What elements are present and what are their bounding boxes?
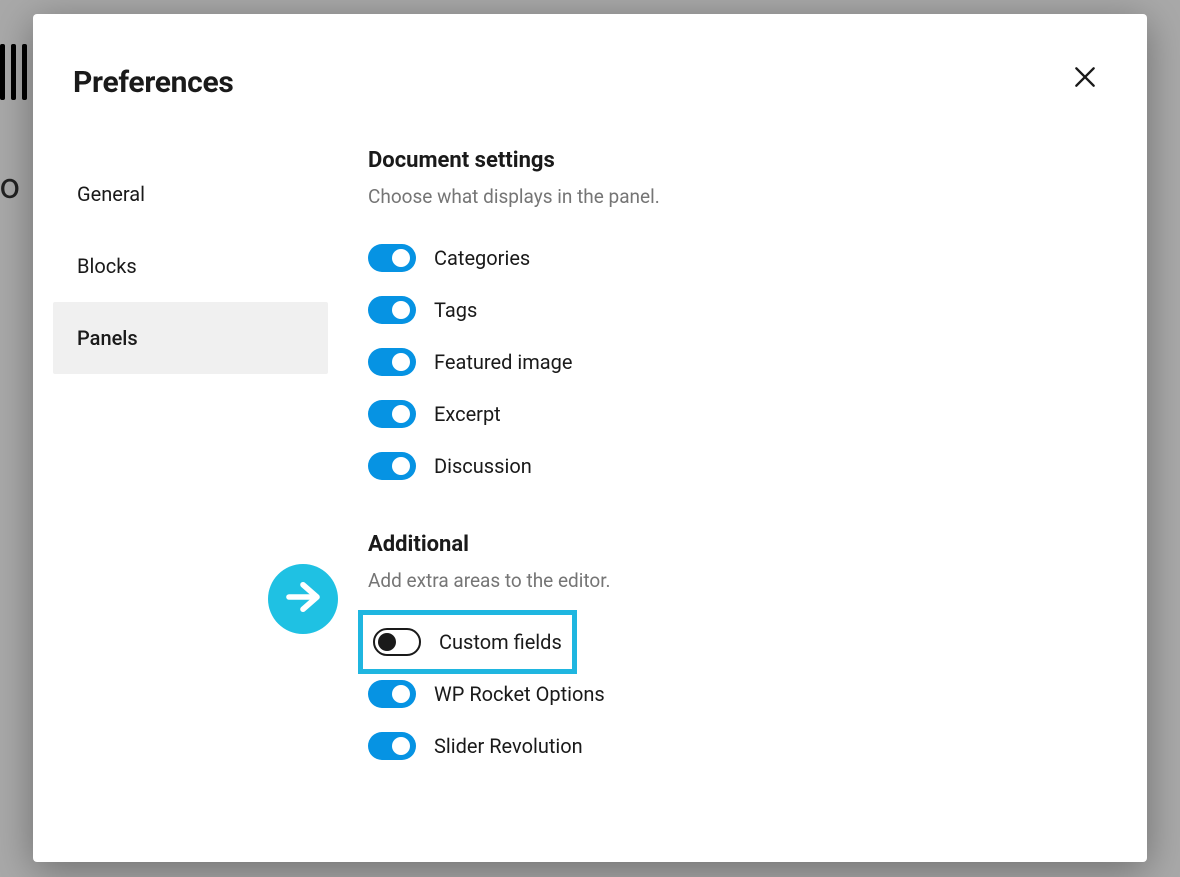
toggle-tags[interactable]: [368, 296, 416, 324]
section-title: Document settings: [368, 148, 1087, 173]
toggle-label: Discussion: [434, 454, 532, 478]
toggle-wp-rocket-options[interactable]: [368, 680, 416, 708]
toggle-label: Tags: [434, 298, 477, 322]
tab-general[interactable]: General: [53, 158, 328, 230]
close-button[interactable]: [1063, 56, 1107, 100]
toggle-custom-fields[interactable]: [373, 628, 421, 656]
toggle-label: Featured image: [434, 350, 572, 374]
close-icon: [1072, 64, 1098, 93]
tab-blocks[interactable]: Blocks: [53, 230, 328, 302]
panels-content: Document settings Choose what displays i…: [328, 124, 1127, 812]
toggle-row-excerpt: Excerpt: [368, 388, 1087, 440]
toggle-row-custom-fields: Custom fields: [368, 616, 1087, 668]
toggle-row-wp-rocket-options: WP Rocket Options: [368, 668, 1087, 720]
tab-panels[interactable]: Panels: [53, 302, 328, 374]
toggle-row-featured-image: Featured image: [368, 336, 1087, 388]
tab-label: Blocks: [77, 254, 137, 278]
toggle-label: WP Rocket Options: [434, 682, 605, 706]
toggle-label: Excerpt: [434, 402, 501, 426]
section-description: Choose what displays in the panel.: [368, 185, 1087, 208]
toggle-row-tags: Tags: [368, 284, 1087, 336]
toggle-slider-revolution[interactable]: [368, 732, 416, 760]
toggle-row-discussion: Discussion: [368, 440, 1087, 492]
annotation-highlight-box: Custom fields: [358, 610, 577, 674]
section-description: Add extra areas to the editor.: [368, 569, 1087, 592]
arrow-right-icon: [282, 576, 324, 622]
section-document-settings: Document settings Choose what displays i…: [368, 148, 1087, 492]
preferences-modal: Preferences General Blocks Panels: [33, 14, 1147, 862]
toggle-featured-image[interactable]: [368, 348, 416, 376]
modal-body: General Blocks Panels Docum: [33, 124, 1147, 812]
background-decoration: [0, 44, 30, 100]
toggle-label: Categories: [434, 246, 530, 270]
toggle-categories[interactable]: [368, 244, 416, 272]
toggle-label: Custom fields: [439, 630, 562, 654]
section-additional: Additional Add extra areas to the editor…: [368, 532, 1087, 772]
tab-label: Panels: [77, 326, 138, 350]
tab-label: General: [77, 182, 145, 206]
annotation-arrow: [268, 564, 338, 634]
modal-title: Preferences: [73, 65, 234, 100]
modal-header: Preferences: [33, 14, 1147, 124]
toggle-label: Slider Revolution: [434, 734, 583, 758]
toggle-row-categories: Categories: [368, 232, 1087, 284]
toggle-excerpt[interactable]: [368, 400, 416, 428]
background-partial-text: e to: [0, 165, 20, 207]
section-title: Additional: [368, 532, 1087, 557]
tabs-nav: General Blocks Panels: [53, 124, 328, 812]
toggle-row-slider-revolution: Slider Revolution: [368, 720, 1087, 772]
toggle-discussion[interactable]: [368, 452, 416, 480]
